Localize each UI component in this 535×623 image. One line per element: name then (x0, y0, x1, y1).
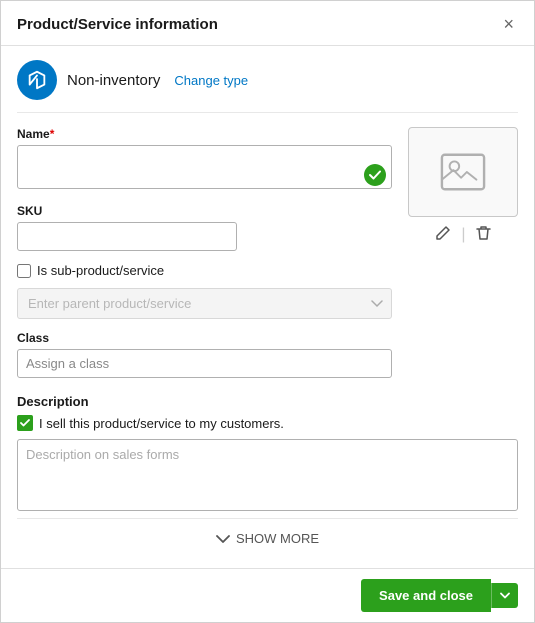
form-right: | (408, 127, 518, 390)
show-more-row[interactable]: SHOW MORE (17, 518, 518, 554)
name-input-wrapper (17, 145, 392, 192)
sell-checkbox-row: I sell this product/service to my custom… (17, 415, 518, 431)
image-action-divider: | (461, 226, 465, 244)
product-type-label: Non-inventory (67, 72, 160, 89)
close-button[interactable]: × (499, 13, 518, 35)
check-icon (369, 169, 381, 181)
show-more-label: SHOW MORE (236, 531, 319, 546)
dialog-title: Product/Service information (17, 16, 218, 33)
image-actions: | (408, 223, 518, 246)
save-close-chevron-icon (500, 592, 510, 599)
trash-icon (476, 225, 491, 241)
edit-image-button[interactable] (433, 223, 453, 246)
sub-product-checkbox[interactable] (17, 264, 31, 278)
name-input[interactable] (17, 145, 392, 189)
sku-field-group: SKU (17, 204, 392, 251)
form-left: Name* SKU (17, 127, 392, 390)
box-icon (26, 69, 48, 91)
parent-product-select: Enter parent product/service (17, 288, 392, 319)
name-field-group: Name* (17, 127, 392, 192)
form-content: Name* SKU (17, 127, 518, 390)
delete-image-button[interactable] (474, 223, 493, 246)
pencil-icon (435, 225, 451, 241)
dialog-header: Product/Service information × (1, 1, 534, 46)
product-type-icon (17, 60, 57, 100)
show-more-chevron-icon (216, 534, 230, 544)
sub-product-row: Is sub-product/service (17, 263, 392, 278)
sell-check-icon (20, 418, 30, 428)
sub-product-label: Is sub-product/service (37, 263, 164, 278)
class-field-group: Class Assign a class (17, 331, 392, 378)
class-select[interactable]: Assign a class (17, 349, 392, 378)
description-section: Description I sell this product/service … (17, 394, 518, 514)
change-type-link[interactable]: Change type (174, 73, 248, 88)
parent-product-group: Enter parent product/service (17, 288, 392, 319)
type-row: Non-inventory Change type (17, 60, 518, 113)
product-service-dialog: Product/Service information × Non-invent… (0, 0, 535, 623)
description-textarea[interactable] (17, 439, 518, 511)
class-label: Class (17, 331, 392, 345)
name-label: Name* (17, 127, 392, 141)
name-check-icon (364, 164, 386, 186)
sku-input[interactable] (17, 222, 237, 251)
sell-checkbox-label: I sell this product/service to my custom… (39, 416, 284, 431)
description-section-label: Description (17, 394, 518, 409)
save-close-dropdown-button[interactable] (491, 583, 518, 608)
sell-checkbox[interactable] (17, 415, 33, 431)
image-placeholder (408, 127, 518, 217)
sku-label: SKU (17, 204, 392, 218)
save-close-button[interactable]: Save and close (361, 579, 491, 612)
image-icon (440, 149, 486, 195)
dialog-body: Non-inventory Change type Name* (1, 46, 534, 568)
